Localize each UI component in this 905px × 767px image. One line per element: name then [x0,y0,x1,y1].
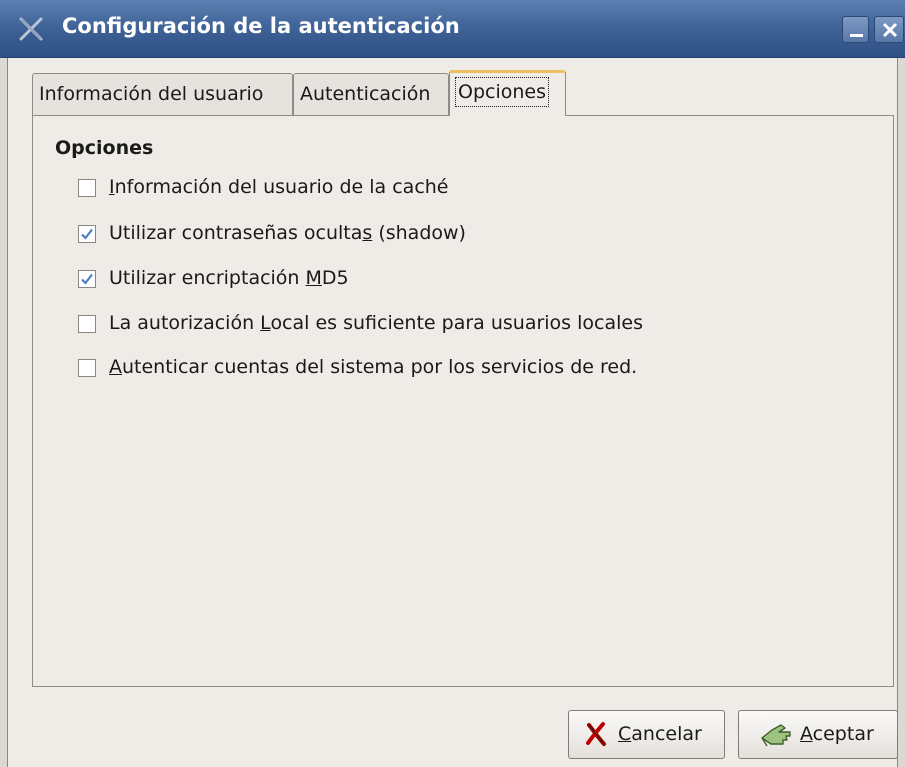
tab-authentication[interactable]: Autenticación [293,73,449,115]
tab-label: Información del usuario [39,83,264,105]
tab-options[interactable]: Opciones [449,70,566,116]
option-label: Utilizar encriptación MD5 [109,267,349,289]
option-label: Utilizar contraseñas ocultas (shadow) [109,222,466,244]
title-bar: Configuración de la autenticación [0,0,905,58]
option-label: La autorización Local es suficiente para… [109,312,643,334]
close-icon [882,22,898,38]
checkbox[interactable] [78,179,96,197]
accept-label: Aceptar [800,723,874,745]
option-label: Autenticar cuentas del sistema por los s… [109,356,638,378]
option-label: Información del usuario de la caché [109,176,449,198]
window-title: Configuración de la autenticación [62,14,460,38]
window-border-right [897,58,905,767]
options-panel [32,115,894,687]
tab-label: Opciones [455,77,549,107]
tab-user-information[interactable]: Información del usuario [32,73,293,115]
accept-button[interactable]: Aceptar [738,710,898,759]
app-x-icon [18,17,44,41]
minimize-button[interactable] [842,16,869,43]
checkmark-icon [81,273,93,285]
ok-hand-icon [761,724,791,747]
close-button[interactable] [874,16,904,43]
minimize-icon [850,34,863,37]
tab-label: Autenticación [300,83,431,105]
checkbox[interactable] [78,225,96,243]
checkbox[interactable] [78,315,96,333]
cancel-button[interactable]: Cancelar [568,710,725,759]
cancel-x-icon [586,722,606,746]
window-border-left [0,58,8,767]
cancel-label: Cancelar [618,723,702,745]
checkbox[interactable] [78,359,96,377]
section-title: Opciones [55,137,154,159]
checkbox[interactable] [78,270,96,288]
checkmark-icon [81,228,93,240]
